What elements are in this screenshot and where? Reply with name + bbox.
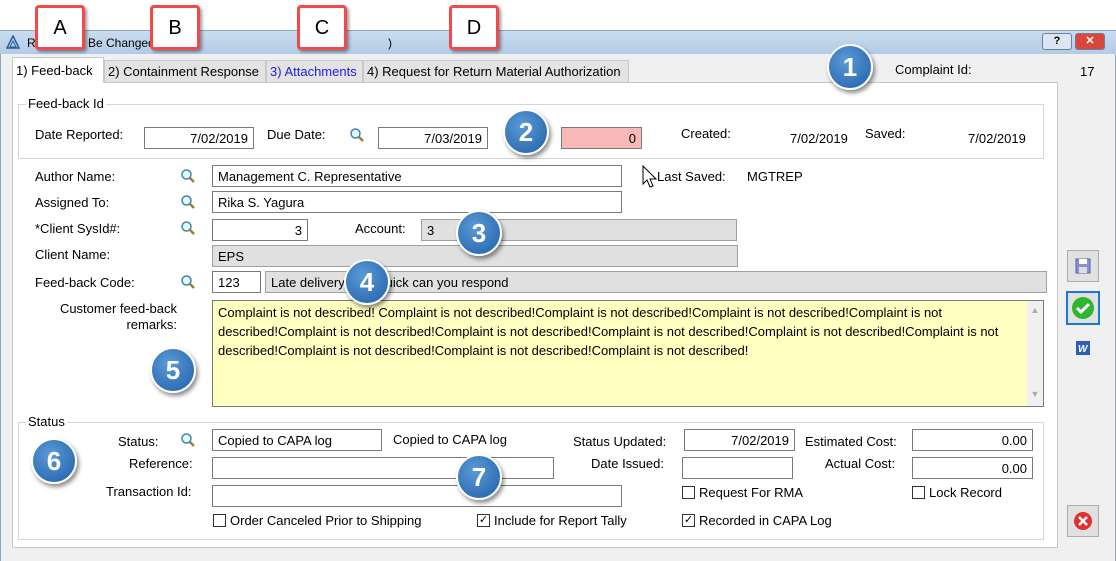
feedback-code-label: Feed-back Code:	[35, 275, 135, 290]
tab-feedback[interactable]: 1) Feed-back	[12, 57, 104, 83]
date-reported-label: Date Reported:	[35, 127, 124, 142]
date-issued-label: Date Issued:	[591, 456, 664, 471]
callout-2: 2	[503, 109, 549, 155]
client-search-icon[interactable]	[180, 220, 196, 236]
callout-3: 3	[456, 210, 502, 256]
author-input[interactable]: Management C. Representative	[212, 165, 622, 187]
callout-4: 4	[344, 259, 390, 305]
ok-button[interactable]	[1066, 291, 1100, 325]
cancel-icon	[1074, 512, 1092, 530]
feedback-id-legend: Feed-back Id	[26, 96, 106, 111]
assigned-search-icon[interactable]	[180, 194, 196, 210]
transaction-id-label: Transaction Id:	[106, 484, 192, 499]
remarks-label: Customer feed-back remarks:	[59, 301, 177, 332]
app-logo-icon	[6, 35, 20, 49]
callout-5: 5	[150, 347, 196, 393]
remarks-text: Complaint is not described! Complaint is…	[218, 305, 999, 358]
svg-text:W: W	[1078, 344, 1089, 355]
saved-value: 7/02/2019	[968, 131, 1026, 146]
callout-a: A	[35, 5, 85, 50]
status-text: Copied to CAPA log	[393, 432, 507, 447]
callout-d: D	[449, 5, 499, 50]
author-search-icon[interactable]	[180, 168, 196, 184]
status-updated-label: Status Updated:	[573, 434, 667, 449]
reference-input[interactable]	[212, 457, 554, 479]
callout-1: 1	[827, 44, 873, 90]
window-title-middle: Be Changed	[88, 36, 155, 50]
ok-check-icon	[1072, 297, 1094, 319]
assigned-label: Assigned To:	[35, 195, 110, 210]
lock-record-label: Lock Record	[929, 485, 1002, 500]
callout-b: B	[150, 5, 200, 50]
order-canceled-label: Order Canceled Prior to Shipping	[230, 513, 422, 528]
capa-log-checkbox[interactable]: ✓	[682, 514, 695, 527]
help-button[interactable]: ?	[1042, 33, 1072, 50]
request-rma-checkbox[interactable]	[682, 486, 695, 499]
tab-attachments[interactable]: 3) Attachments	[266, 60, 363, 82]
word-icon: W	[1076, 341, 1090, 355]
estimated-cost-label: Estimated Cost:	[805, 434, 897, 449]
account-label: Account:	[355, 221, 406, 236]
client-sysid-label: *Client SysId#:	[35, 221, 121, 236]
transaction-id-input[interactable]	[212, 485, 622, 507]
created-value: 7/02/2019	[790, 131, 848, 146]
close-button[interactable]: ✕	[1075, 33, 1105, 50]
last-saved-label: Last Saved:	[657, 169, 726, 184]
status-updated-input[interactable]: 7/02/2019	[684, 429, 795, 451]
capa-log-label: Recorded in CAPA Log	[699, 513, 832, 528]
code-search-icon[interactable]	[180, 274, 196, 290]
callout-c: C	[297, 5, 347, 50]
save-icon	[1075, 258, 1091, 274]
save-button[interactable]	[1067, 250, 1099, 282]
assigned-input[interactable]: Rika S. Yagura	[212, 191, 622, 213]
complaint-id-label: Complaint Id:	[895, 62, 972, 77]
complaint-id-value: 17	[1080, 64, 1095, 79]
status-label: Status:	[118, 434, 159, 449]
due-date-label: Due Date:	[267, 127, 326, 142]
date-reported-input[interactable]: 7/02/2019	[144, 127, 254, 149]
tab-rma[interactable]: 4) Request for Return Material Authoriza…	[363, 60, 629, 82]
saved-label: Saved:	[865, 126, 906, 141]
status-legend: Status	[26, 414, 67, 429]
status-search-icon[interactable]	[180, 432, 196, 448]
cancel-button[interactable]	[1067, 505, 1099, 537]
mouse-cursor-icon	[642, 165, 658, 188]
estimated-cost-input[interactable]: 0.00	[912, 429, 1033, 451]
due-date-search-icon[interactable]	[349, 127, 365, 143]
window-title-end: )	[388, 36, 392, 50]
order-canceled-checkbox[interactable]	[213, 514, 226, 527]
author-label: Author Name:	[35, 169, 116, 184]
created-label: Created:	[681, 126, 731, 141]
counter-field: 0	[561, 127, 642, 149]
tab-containment-response[interactable]: 2) Containment Response	[104, 60, 266, 82]
client-sysid-input[interactable]: 3	[212, 219, 308, 241]
report-tally-label: Include for Report Tally	[494, 513, 627, 528]
callout-7: 7	[456, 454, 502, 500]
date-issued-input[interactable]	[682, 457, 793, 479]
callout-6: 6	[31, 438, 77, 484]
lock-record-checkbox[interactable]	[912, 486, 925, 499]
due-date-input[interactable]: 7/03/2019	[378, 127, 488, 149]
remarks-scrollbar[interactable]: ▲ ▼	[1027, 301, 1043, 406]
status-input[interactable]: Copied to CAPA log	[212, 429, 382, 451]
remarks-textarea[interactable]: Complaint is not described! Complaint is…	[212, 300, 1044, 407]
last-saved-value: MGTREP	[747, 169, 803, 184]
report-tally-checkbox[interactable]: ✓	[477, 514, 490, 527]
reference-label: Reference:	[129, 456, 193, 471]
request-rma-label: Request For RMA	[699, 485, 804, 500]
actual-cost-input[interactable]: 0.00	[912, 457, 1033, 479]
feedback-code-input[interactable]: 123	[212, 271, 261, 293]
word-export-button[interactable]: W	[1076, 341, 1090, 358]
actual-cost-label: Actual Cost:	[825, 456, 896, 471]
client-name-label: Client Name:	[35, 247, 111, 262]
